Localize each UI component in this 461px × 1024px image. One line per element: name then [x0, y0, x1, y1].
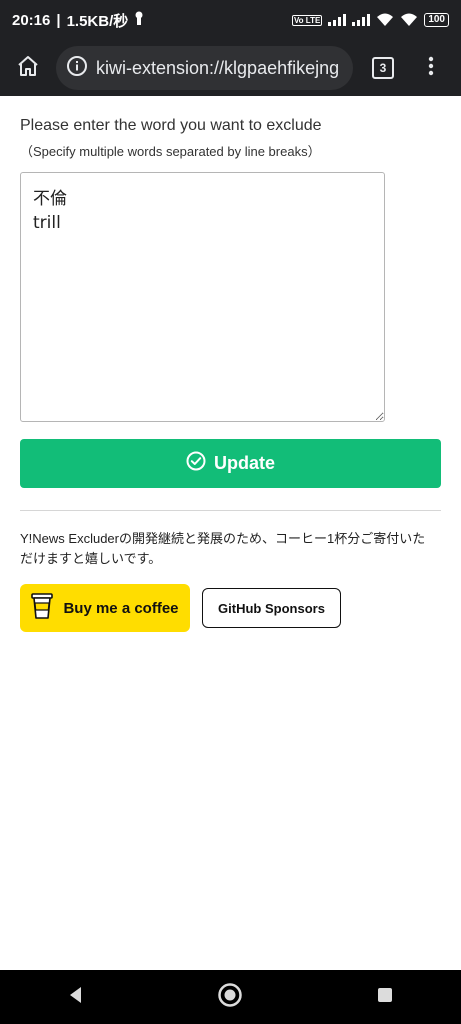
divider: [20, 510, 441, 511]
coffee-cup-icon: [31, 592, 54, 624]
more-vert-icon: [428, 56, 434, 81]
signal-1-icon: [328, 14, 347, 26]
status-right: Vo LTE 100: [291, 12, 449, 29]
status-net-speed: 1.5KB/秒: [66, 12, 129, 30]
home-button[interactable]: [0, 40, 56, 96]
buy-me-a-coffee-label: Buy me a coffee: [63, 599, 179, 617]
battery-icon: 100: [424, 13, 449, 27]
status-time: 20:16: [12, 11, 51, 29]
tab-count: 3: [372, 57, 394, 79]
options-page: Please enter the word you want to exclud…: [20, 96, 441, 632]
excluded-words-textarea[interactable]: [20, 172, 385, 422]
menu-button[interactable]: [411, 40, 451, 96]
info-icon[interactable]: [66, 55, 88, 82]
wifi-2-icon: [400, 12, 418, 29]
check-circle-icon: [186, 451, 206, 476]
home-nav-icon[interactable]: [217, 982, 243, 1013]
update-button-label: Update: [213, 453, 275, 473]
volte-icon: Vo LTE: [291, 14, 323, 26]
home-icon: [16, 54, 40, 83]
wifi-icon: [376, 12, 394, 29]
address-bar[interactable]: kiwi-extension://klgpaehfikejng: [56, 46, 353, 90]
recents-icon[interactable]: [375, 985, 395, 1010]
buy-me-a-coffee-button[interactable]: Buy me a coffee: [20, 584, 190, 632]
status-left: 20:16 | 1.5KB/秒: [12, 10, 144, 31]
back-icon[interactable]: [66, 985, 86, 1010]
browser-toolbar: kiwi-extension://klgpaehfikejng 3: [0, 40, 461, 96]
exclude-prompt-hint: （Specify multiple words separated by lin…: [20, 144, 321, 159]
update-button[interactable]: Update: [20, 439, 441, 488]
donation-message: Y!News Excluderの開発継続と発展のため、コーヒー1杯分ご寄付いただ…: [20, 531, 426, 566]
sponsor-buttons: Buy me a coffee GitHub Sponsors: [20, 584, 441, 632]
status-separator: |: [56, 11, 61, 29]
status-bar: 20:16 | 1.5KB/秒 Vo LTE 100: [0, 0, 461, 40]
system-nav-bar: [0, 970, 461, 1024]
github-sponsors-button[interactable]: GitHub Sponsors: [202, 588, 341, 628]
github-sponsors-label: GitHub Sponsors: [218, 600, 325, 616]
signal-2-icon: [352, 14, 371, 26]
exclude-prompt-label: Please enter the word you want to exclud…: [20, 117, 322, 134]
url-text: kiwi-extension://klgpaehfikejng: [96, 57, 340, 78]
tab-switcher-button[interactable]: 3: [355, 40, 411, 96]
keyhole-icon: [134, 11, 144, 29]
